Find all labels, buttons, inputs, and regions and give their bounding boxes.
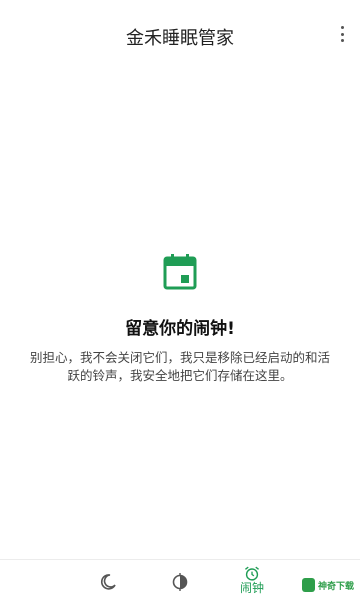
nav-item-alarm-label: 闹钟 <box>239 581 264 595</box>
tips-icon <box>172 573 188 591</box>
more-vert-icon[interactable] <box>336 26 348 42</box>
nav-item-alarm[interactable]: 闹钟 <box>232 566 272 596</box>
app-bar: 金禾睡眠管家 <box>0 0 360 70</box>
empty-description: 别担心，我不会关闭它们，我只是移除已经启动的和活跃的铃声，我安全地把它们存储在这… <box>30 350 331 383</box>
watermark: 神奇下载 <box>302 576 354 594</box>
app-title: 金禾睡眠管家 <box>126 28 234 49</box>
bottom-navigation: 闹钟 神奇下载 <box>0 559 360 600</box>
nav-item-sleep[interactable] <box>88 566 128 596</box>
watermark-text: 神奇下载 <box>317 581 354 592</box>
calendar-icon <box>163 254 197 290</box>
empty-state: 留意你的闹钟! 别担心，我不会关闭它们，我只是移除已经启动的和活跃的铃声，我安全… <box>0 252 360 385</box>
moon-icon <box>100 574 116 590</box>
watermark-logo-icon <box>302 578 315 592</box>
empty-title: 留意你的闹钟! <box>125 319 235 339</box>
nav-item-tips[interactable] <box>160 566 200 596</box>
